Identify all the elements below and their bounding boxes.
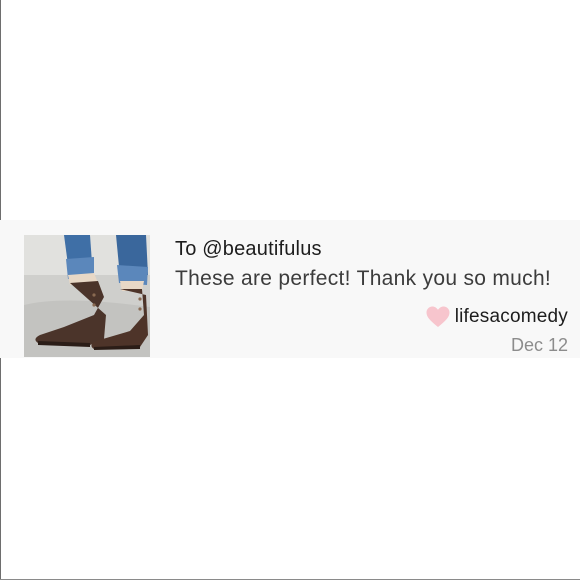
comment-card: To @beautifulus These are perfect! Thank… bbox=[0, 220, 580, 358]
boots-photo bbox=[24, 235, 150, 357]
page: To @beautifulus These are perfect! Thank… bbox=[0, 0, 580, 580]
comment-message: These are perfect! Thank you so much! bbox=[175, 267, 552, 290]
recipient-label[interactable]: To @beautifulus bbox=[175, 238, 322, 261]
author-username[interactable]: lifesacomedy bbox=[455, 306, 568, 328]
comment-date: Dec 12 bbox=[510, 335, 568, 355]
author-row[interactable]: lifesacomedy bbox=[426, 306, 568, 328]
heart-icon[interactable] bbox=[426, 306, 450, 328]
product-thumbnail[interactable] bbox=[24, 235, 150, 357]
